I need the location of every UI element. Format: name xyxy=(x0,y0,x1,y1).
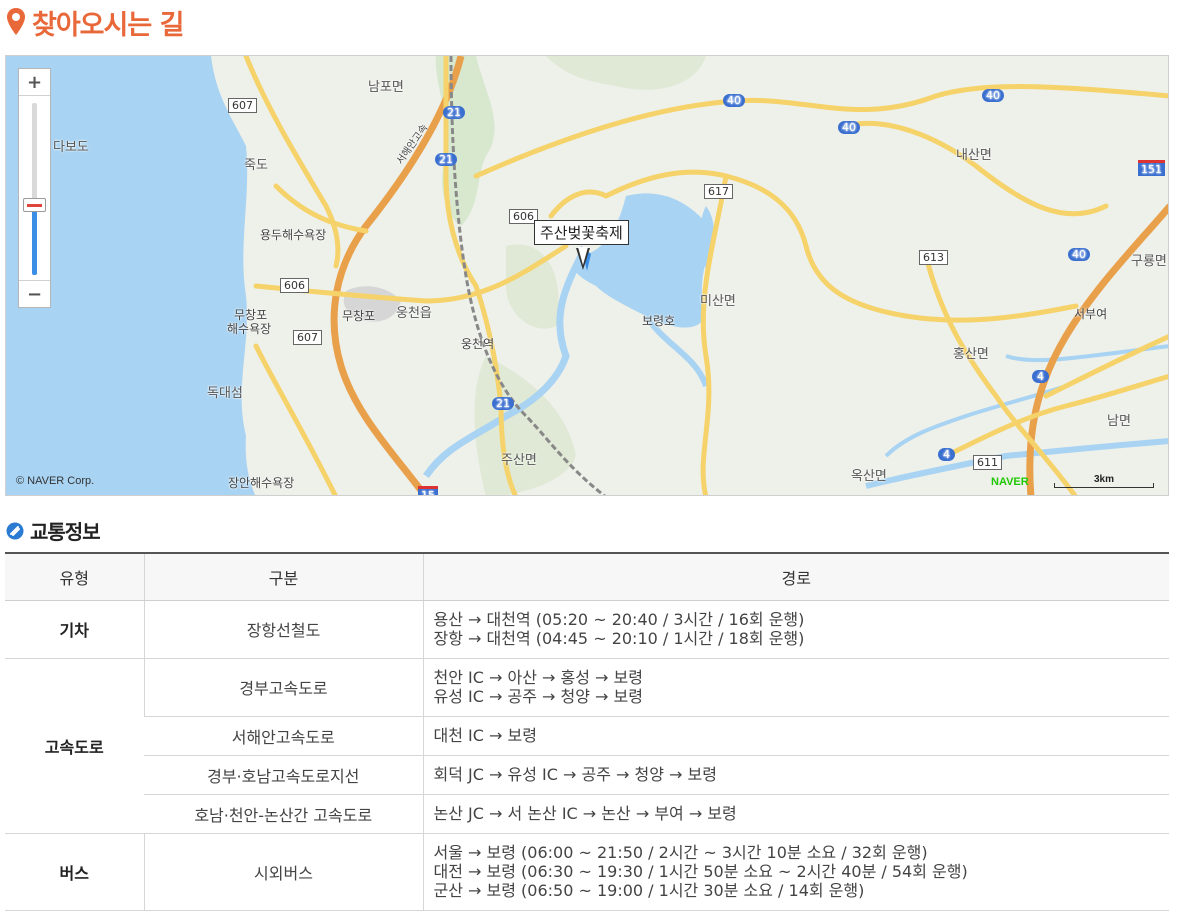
label-yongdu-beach: 용두해수욕장 xyxy=(260,228,327,242)
label-jangan-beach: 장안해수욕장 xyxy=(228,476,295,490)
label-seobuyeo: 서부여 xyxy=(1074,307,1108,321)
label-jukdo: 죽도 xyxy=(244,158,268,173)
label-hongsanmyeon: 홍산면 xyxy=(953,347,989,362)
label-nammyeon: 남면 xyxy=(1107,414,1131,429)
route-cell: 서울 → 보령 (06:00 ~ 21:50 / 2시간 ~ 3시간 10분 소… xyxy=(422,833,1169,911)
map-scale-bar: 3km xyxy=(1054,474,1154,488)
naver-logo[interactable]: NAVER xyxy=(991,476,1029,488)
location-pin-icon xyxy=(7,8,25,35)
road-40-a: 40 xyxy=(723,94,745,107)
label-oksanmyeon: 옥산면 xyxy=(851,469,887,484)
zoom-control: + − xyxy=(18,68,51,308)
division-branch: 경부·호남고속도로지선 xyxy=(144,755,423,795)
table-row: 경부·호남고속도로지선 회덕 JC → 유성 IC → 공주 → 청양 → 보령 xyxy=(5,755,1169,795)
marker-pointer xyxy=(576,247,590,270)
road-15: 15 xyxy=(418,486,438,495)
map-view[interactable]: 607 606 607 606 617 613 611 21 21 21 40 … xyxy=(5,55,1169,496)
division-gyeongbu: 경부고속도로 xyxy=(143,658,423,717)
table-row: 서해안고속도로 대천 IC → 보령 xyxy=(5,716,1169,756)
route-line: 용산 → 대천역 (05:20 ~ 20:40 / 3시간 / 16회 운행) xyxy=(433,610,805,629)
map-copyright: © NAVER Corp. xyxy=(16,475,95,487)
road-40-d: 40 xyxy=(1068,248,1090,261)
division-honam: 호남·천안-논산간 고속도로 xyxy=(144,794,423,834)
type-highway: 고속도로 xyxy=(5,658,144,834)
road-606-left: 606 xyxy=(280,278,309,293)
route-line: 장항 → 대천역 (04:45 ~ 20:10 / 1시간 / 18회 운행) xyxy=(433,629,805,648)
route-cell: 대천 IC → 보령 xyxy=(422,716,1169,756)
table-row: 기차 장항선철도 용산 → 대천역 (05:20 ~ 20:40 / 3시간 /… xyxy=(5,600,1169,659)
label-ungcheon-station: 웅천역 xyxy=(461,337,495,351)
division-seohaean: 서해안고속도로 xyxy=(144,716,423,756)
route-line: 대전 → 보령 (06:30 ~ 19:30 / 1시간 50분 소요 ~ 2시… xyxy=(433,862,968,881)
route-line: 천안 IC → 아산 → 홍성 → 보령 xyxy=(433,668,643,687)
route-cell: 회덕 JC → 유성 IC → 공주 → 청양 → 보령 xyxy=(422,755,1169,795)
scale-line xyxy=(1054,483,1154,488)
road-21-middle: 21 xyxy=(435,153,457,166)
table-header-row: 유형 구분 경로 xyxy=(5,553,1169,601)
festival-marker-label[interactable]: 주산벚꽃축제 xyxy=(534,220,629,245)
label-jusanmyeon: 주산면 xyxy=(501,453,537,468)
route-cell: 천안 IC → 아산 → 홍성 → 보령 유성 IC → 공주 → 청양 → 보… xyxy=(422,658,1169,717)
label-naesanmyeon: 내산면 xyxy=(956,148,992,163)
route-line: 군산 → 보령 (06:50 ~ 19:00 / 1시간 30분 소요 / 14… xyxy=(433,881,865,900)
road-40-c: 40 xyxy=(982,89,1004,102)
zoom-in-button[interactable]: + xyxy=(19,69,50,96)
header-division: 구분 xyxy=(143,553,423,601)
traffic-table: 유형 구분 경로 기차 장항선철도 용산 → 대천역 (05:20 ~ 20:4… xyxy=(5,552,1169,911)
zoom-out-button[interactable]: − xyxy=(19,280,50,307)
road-613: 613 xyxy=(919,250,948,265)
road-4-a: 4 xyxy=(1032,370,1049,383)
label-ungcheoneup: 웅천읍 xyxy=(396,306,432,321)
table-row: 고속도로 경부고속도로 천안 IC → 아산 → 홍성 → 보령 유성 IC →… xyxy=(5,658,1169,834)
zoom-slider-handle[interactable] xyxy=(23,198,46,212)
route-line: 유성 IC → 공주 → 청양 → 보령 xyxy=(433,687,643,706)
route-line: 회덕 JC → 유성 IC → 공주 → 청양 → 보령 xyxy=(433,765,717,784)
type-train: 기차 xyxy=(5,600,144,659)
road-40-b: 40 xyxy=(838,121,860,134)
road-21-top: 21 xyxy=(443,106,465,119)
traffic-section-title: 교통정보 xyxy=(6,516,101,545)
page-title-text: 찾아오시는 길 xyxy=(32,9,184,41)
traffic-title: 교통정보 xyxy=(30,520,101,544)
route-line: 논산 JC → 서 논산 IC → 논산 → 부여 → 보령 xyxy=(433,804,737,823)
type-bus: 버스 xyxy=(5,833,144,911)
label-muchangpo-beach-2: 해수욕장 xyxy=(227,322,272,336)
info-bullet-icon xyxy=(6,522,24,539)
road-21-bottom: 21 xyxy=(492,397,514,410)
label-misanmyeon: 미산면 xyxy=(700,294,736,309)
route-line: 대천 IC → 보령 xyxy=(433,726,537,745)
label-dabodo: 다보도 xyxy=(53,140,89,155)
table-row: 호남·천안-논산간 고속도로 논산 JC → 서 논산 IC → 논산 → 부여… xyxy=(5,794,1169,834)
road-607-bottom: 607 xyxy=(293,330,322,345)
division-intercity-bus: 시외버스 xyxy=(143,833,423,911)
division-janghang: 장항선철도 xyxy=(143,600,423,659)
table-row: 버스 시외버스 서울 → 보령 (06:00 ~ 21:50 / 2시간 ~ 3… xyxy=(5,833,1169,911)
route-cell: 논산 JC → 서 논산 IC → 논산 → 부여 → 보령 xyxy=(422,794,1169,834)
road-151: 151 xyxy=(1138,160,1165,176)
map-canvas[interactable] xyxy=(6,56,1169,496)
route-line: 서울 → 보령 (06:00 ~ 21:50 / 2시간 ~ 3시간 10분 소… xyxy=(433,843,928,862)
label-boryeongho: 보령호 xyxy=(642,314,676,328)
header-type: 유형 xyxy=(5,553,144,601)
header-route: 경로 xyxy=(422,553,1169,601)
label-dokdaeseom: 독대섬 xyxy=(207,386,243,401)
label-nampomyeon: 남포면 xyxy=(368,80,404,95)
road-607-top: 607 xyxy=(228,98,257,113)
road-611: 611 xyxy=(973,455,1002,470)
zoom-slider-fill xyxy=(32,205,37,275)
page-title: 찾아오시는 길 xyxy=(6,2,184,42)
label-guryongmyeon: 구룡면 xyxy=(1131,254,1167,269)
road-4-b: 4 xyxy=(938,448,955,461)
route-cell: 용산 → 대천역 (05:20 ~ 20:40 / 3시간 / 16회 운행) … xyxy=(422,600,1169,659)
label-muchangpo-ic: 무창포 xyxy=(342,309,376,323)
road-617: 617 xyxy=(704,184,733,199)
